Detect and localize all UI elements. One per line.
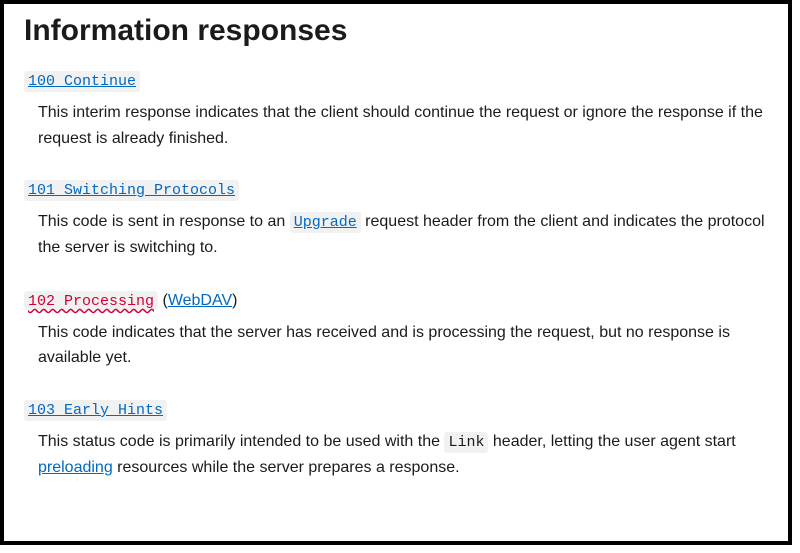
desc-text: This interim response indicates that the… bbox=[38, 104, 763, 147]
status-code-link[interactable]: 101 Switching Protocols bbox=[24, 180, 239, 201]
desc-text: This status code is primarily intended t… bbox=[38, 433, 444, 450]
status-description: This status code is primarily intended t… bbox=[38, 429, 768, 481]
status-term: 101 Switching Protocols bbox=[24, 181, 768, 199]
section-heading: Information responses bbox=[24, 14, 768, 48]
status-code-link[interactable]: 103 Early Hints bbox=[24, 400, 167, 421]
desc-text: resources while the server prepares a re… bbox=[113, 459, 460, 476]
desc-text: This code is sent in response to an bbox=[38, 213, 290, 230]
document-frame: Information responses 100 Continue This … bbox=[0, 0, 792, 545]
inline-code: Link bbox=[444, 432, 488, 453]
status-code-deprecated: 102 Processing bbox=[24, 291, 158, 310]
status-description: This code indicates that the server has … bbox=[38, 320, 768, 371]
webdav-link[interactable]: WebDAV bbox=[168, 292, 232, 309]
status-term: 100 Continue bbox=[24, 72, 768, 90]
status-code-link[interactable]: 100 Continue bbox=[24, 71, 140, 92]
status-description: This code is sent in response to an Upgr… bbox=[38, 209, 768, 261]
inline-code-link[interactable]: Upgrade bbox=[290, 212, 361, 233]
definition-list: 100 Continue This interim response indic… bbox=[24, 72, 768, 481]
status-term: 103 Early Hints bbox=[24, 401, 768, 419]
preloading-link[interactable]: preloading bbox=[38, 459, 113, 476]
status-description: This interim response indicates that the… bbox=[38, 100, 768, 151]
paren-close: ) bbox=[232, 292, 237, 309]
desc-text: This code indicates that the server has … bbox=[38, 324, 730, 367]
desc-text: header, letting the user agent start bbox=[488, 433, 735, 450]
status-term: 102 Processing (WebDAV) bbox=[24, 291, 768, 310]
